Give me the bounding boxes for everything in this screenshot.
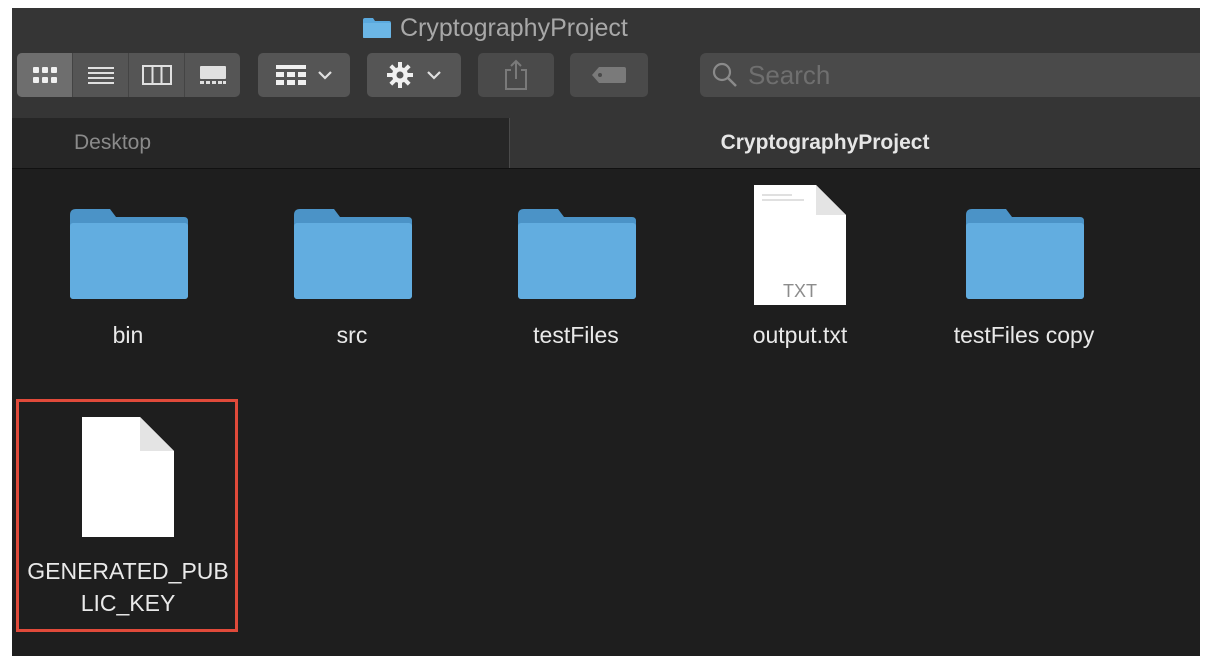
file-item-generated-public-key[interactable]: GENERATED_PUB LIC_KEY — [16, 405, 240, 619]
folder-icon — [294, 209, 412, 299]
file-item-label: testFiles — [533, 322, 619, 348]
file-item-label-line2: LIC_KEY — [80, 590, 176, 616]
file-item-testfiles-copy[interactable]: testFiles copy — [912, 169, 1136, 351]
chevron-down-icon — [427, 71, 441, 80]
columns-icon — [141, 65, 172, 85]
file-item-label-line1: GENERATED_PUB — [27, 558, 229, 584]
file-item-bin[interactable]: bin — [16, 169, 240, 351]
gear-icon — [387, 62, 413, 88]
text-document-icon: TXT — [754, 185, 846, 305]
folder-icon — [966, 209, 1084, 299]
share-button[interactable] — [478, 53, 554, 97]
finder-window: CryptographyProject Search Desktop Crypt… — [12, 8, 1200, 656]
file-item-testfiles[interactable]: testFiles — [464, 169, 688, 351]
tag-icon — [592, 67, 626, 83]
folder-icon — [70, 209, 188, 299]
column-view-button[interactable] — [129, 53, 185, 97]
list-view-button[interactable] — [73, 53, 129, 97]
file-item-output-txt[interactable]: TXT output.txt — [688, 169, 912, 351]
txt-badge: TXT — [783, 281, 817, 301]
share-icon — [505, 59, 527, 90]
path-bar: Desktop CryptographyProject — [12, 118, 1200, 169]
grid-icon — [32, 67, 57, 83]
folder-icon — [363, 18, 391, 38]
file-item-label: bin — [112, 322, 144, 348]
file-item-label: src — [336, 322, 368, 348]
document-icon — [82, 417, 174, 537]
search-input[interactable] — [746, 58, 1170, 92]
folder-icon — [518, 209, 636, 299]
group-by-button[interactable] — [258, 53, 350, 97]
title-bar: CryptographyProject — [12, 8, 1200, 118]
group-grid-icon — [276, 65, 306, 85]
tag-button[interactable] — [570, 53, 648, 97]
search-field[interactable] — [700, 53, 1200, 97]
view-mode-segmented-control — [17, 53, 240, 97]
tab-cryptographyproject[interactable]: CryptographyProject — [510, 118, 1200, 168]
icon-view-button[interactable] — [17, 53, 73, 97]
file-item-label: testFiles copy — [953, 322, 1095, 348]
file-item-src[interactable]: src — [240, 169, 464, 351]
action-menu-button[interactable] — [367, 53, 461, 97]
chevron-down-icon — [318, 71, 332, 80]
file-icon-grid: bin src testFiles TXT output.txt testFil… — [12, 169, 1200, 656]
tab-desktop[interactable]: Desktop — [12, 118, 510, 168]
gallery-icon — [199, 66, 226, 84]
window-title: CryptographyProject — [362, 14, 628, 42]
search-icon — [712, 62, 737, 87]
tab-cryptographyproject-label: CryptographyProject — [720, 131, 930, 154]
tab-desktop-label: Desktop — [74, 131, 152, 154]
window-title-text: CryptographyProject — [400, 13, 628, 42]
list-icon — [87, 67, 114, 84]
gallery-view-button[interactable] — [185, 53, 240, 97]
file-item-label: output.txt — [752, 322, 848, 348]
